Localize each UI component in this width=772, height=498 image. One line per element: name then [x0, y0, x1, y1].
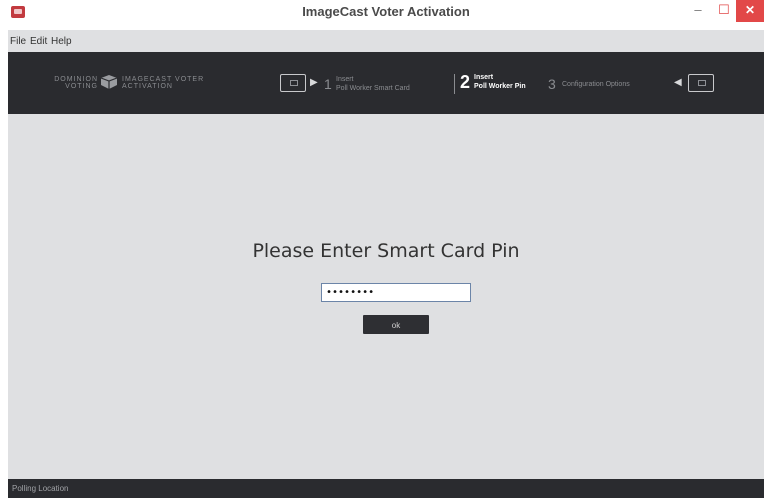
prompt-area: Please Enter Smart Card Pin — [8, 240, 764, 262]
menu-edit[interactable]: Edit — [30, 36, 47, 47]
app-window: ImageCast Voter Activation – ☐ ✕ File Ed… — [8, 0, 764, 498]
step-1-line2: Poll Worker Smart Card — [336, 85, 410, 92]
card-icon — [280, 74, 306, 92]
menu-file[interactable]: File — [10, 36, 26, 47]
step-1-label: Insert Poll Worker Smart Card — [336, 75, 410, 93]
arrow-left-icon: ◀ — [674, 77, 682, 88]
step-2-number: 2 — [460, 72, 471, 92]
step-2-label: Insert Poll Worker Pin — [474, 73, 526, 91]
status-bar: Polling Location — [8, 479, 764, 498]
page-title: Please Enter Smart Card Pin — [252, 240, 520, 262]
status-text: Polling Location — [12, 484, 69, 493]
step-2-line2: Poll Worker Pin — [474, 83, 526, 90]
title-bar: ImageCast Voter Activation – ☐ ✕ — [8, 0, 764, 30]
card-icon — [688, 74, 714, 92]
step-1-number: 1 — [324, 76, 332, 92]
menu-help[interactable]: Help — [51, 36, 72, 47]
close-button[interactable]: ✕ — [736, 0, 764, 22]
window-title: ImageCast Voter Activation — [302, 4, 470, 19]
arrow-right-icon: ▶ — [310, 77, 318, 88]
step-2-line1: Insert — [474, 74, 494, 81]
logo-text-left: DOMINION VOTING — [54, 76, 98, 90]
maximize-button[interactable]: ☐ — [712, 0, 736, 22]
step-1-line1: Insert — [336, 76, 354, 83]
minimize-button[interactable]: – — [686, 0, 710, 22]
ok-button[interactable]: ok — [363, 315, 429, 334]
logo-text-right: IMAGECAST VOTER ACTIVATION — [122, 76, 205, 90]
pin-input[interactable] — [321, 283, 471, 302]
logo-mark-icon — [100, 75, 118, 89]
header-band: DOMINION VOTING IMAGECAST VOTER ACTIVATI… — [8, 52, 764, 114]
step-divider — [454, 74, 455, 94]
step-3-label: Configuration Options — [562, 81, 630, 88]
step-3-number: 3 — [548, 76, 556, 92]
